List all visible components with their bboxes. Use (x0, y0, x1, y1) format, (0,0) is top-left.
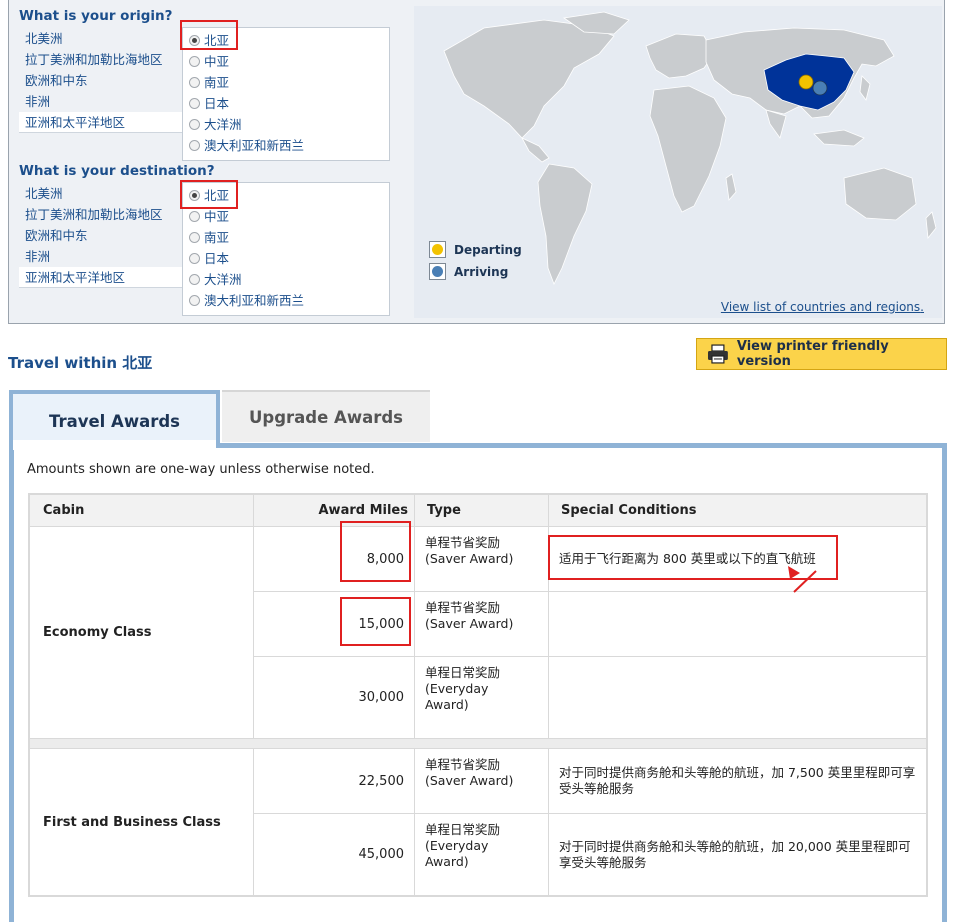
destination-subregion-option[interactable]: 澳大利亚和新西兰 (189, 290, 389, 311)
award-type-cell: 单程节省奖励 (Saver Award) (415, 527, 549, 591)
award-type-cell: 单程日常奖励 (Everyday Award) (415, 814, 549, 895)
header-award-miles: Award Miles (254, 495, 415, 526)
radio-icon[interactable] (189, 56, 200, 67)
arriving-legend-icon (429, 263, 446, 280)
award-chart-table: Cabin Award Miles Type Special Condition… (28, 493, 928, 897)
first-business-group: First and Business Class 22,500 单程节省奖励 (S… (30, 748, 926, 895)
special-condition-cell: 对于同时提供商务舱和头等舱的航班，加 20,000 英里里程即可享受头等舱服务 (559, 838, 911, 870)
economy-group: Economy Class 8,000 单程节省奖励 (Saver Award) … (30, 526, 926, 738)
radio-icon[interactable] (189, 119, 200, 130)
table-row: 22,500 单程节省奖励 (Saver Award) 对于同时提供商务舱和头等舱… (254, 749, 926, 814)
origin-subregion-option[interactable]: 中亚 (189, 51, 389, 72)
origin-region-item[interactable]: 非洲 (19, 91, 189, 112)
radio-icon[interactable] (189, 232, 200, 243)
origin-region-item[interactable]: 北美洲 (19, 28, 189, 49)
printer-friendly-button[interactable]: View printer friendly version (696, 338, 947, 370)
award-type-cell: 单程日常奖励 (Everyday Award) (415, 657, 549, 738)
origin-subregion-option[interactable]: 日本 (189, 93, 389, 114)
origin-region-item[interactable]: 拉丁美洲和加勒比海地区 (19, 49, 189, 70)
table-header-row: Cabin Award Miles Type Special Condition… (30, 495, 926, 526)
legend-arriving: Arriving (429, 263, 508, 280)
destination-region-item[interactable]: 欧洲和中东 (19, 225, 189, 246)
award-miles-cell: 8,000 (254, 527, 415, 591)
table-row: 30,000 单程日常奖励 (Everyday Award) (254, 657, 926, 738)
award-type-cell: 单程节省奖励 (Saver Award) (415, 592, 549, 656)
award-miles-cell: 45,000 (254, 814, 415, 895)
radio-icon[interactable] (189, 274, 200, 285)
origin-region-item[interactable]: 欧洲和中东 (19, 70, 189, 91)
radio-icon[interactable] (189, 98, 200, 109)
destination-subregion-option[interactable]: 日本 (189, 248, 389, 269)
header-cabin: Cabin (30, 495, 254, 526)
radio-checked-icon[interactable] (189, 190, 200, 201)
legend-departing: Departing (429, 241, 522, 258)
origin-region-list: 北美洲 拉丁美洲和加勒比海地区 欧洲和中东 非洲 亚洲和太平洋地区 (19, 28, 189, 133)
destination-region-item[interactable]: 非洲 (19, 246, 189, 267)
award-type-cell: 单程节省奖励 (Saver Award) (415, 749, 549, 813)
view-countries-link[interactable]: View list of countries and regions. (721, 300, 924, 314)
table-row: 8,000 单程节省奖励 (Saver Award) 适用于飞行距离为 800 英… (254, 527, 926, 592)
origin-subregion-option[interactable]: 北亚 (189, 30, 389, 51)
destination-region-item[interactable]: 拉丁美洲和加勒比海地区 (19, 204, 189, 225)
header-special-conditions: Special Conditions (561, 503, 697, 518)
departing-legend-icon (429, 241, 446, 258)
special-condition-cell (549, 592, 926, 656)
destination-subregion-option[interactable]: 南亚 (189, 227, 389, 248)
arriving-marker-icon (812, 80, 828, 96)
group-separator (30, 738, 926, 748)
destination-region-list: 北美洲 拉丁美洲和加勒比海地区 欧洲和中东 非洲 亚洲和太平洋地区 (19, 183, 189, 288)
origin-region-item-selected[interactable]: 亚洲和太平洋地区 (19, 112, 189, 133)
printer-icon (707, 344, 728, 364)
origin-subregion-box: 北亚 中亚 南亚 日本 大洋洲 澳大利亚和新西兰 (182, 27, 390, 161)
radio-icon[interactable] (189, 253, 200, 264)
origin-subregion-option[interactable]: 大洋洲 (189, 114, 389, 135)
destination-subregion-option[interactable]: 中亚 (189, 206, 389, 227)
annotation-arrow-icon (788, 566, 817, 593)
header-type: Type (415, 495, 549, 526)
radio-checked-icon[interactable] (189, 35, 200, 46)
cabin-economy: Economy Class (30, 527, 254, 738)
award-miles-cell: 30,000 (254, 657, 415, 738)
departing-marker-icon (798, 74, 814, 90)
origin-title: What is your origin? (19, 8, 173, 24)
special-condition-cell: 对于同时提供商务舱和头等舱的航班，加 7,500 英里里程即可享受头等舱服务 (559, 765, 916, 796)
destination-subregion-box: 北亚 中亚 南亚 日本 大洋洲 澳大利亚和新西兰 (182, 182, 390, 316)
destination-region-item-selected[interactable]: 亚洲和太平洋地区 (19, 267, 189, 288)
region-selector-panel: What is your origin? 北美洲 拉丁美洲和加勒比海地区 欧洲和… (8, 0, 945, 324)
destination-title: What is your destination? (19, 163, 215, 179)
origin-subregion-option[interactable]: 南亚 (189, 72, 389, 93)
award-miles-cell: 15,000 (254, 592, 415, 656)
radio-icon[interactable] (189, 295, 200, 306)
tab-connector (13, 440, 216, 450)
table-row: 45,000 单程日常奖励 (Everyday Award) 对于同时提供商务舱和… (254, 814, 926, 895)
table-row: 15,000 单程节省奖励 (Saver Award) (254, 592, 926, 657)
destination-region-item[interactable]: 北美洲 (19, 183, 189, 204)
destination-subregion-option[interactable]: 北亚 (189, 185, 389, 206)
special-condition-cell (549, 657, 926, 738)
radio-icon[interactable] (189, 140, 200, 151)
award-miles-cell: 22,500 (254, 749, 415, 813)
printer-button-label[interactable]: View printer friendly version (737, 339, 946, 369)
special-condition-cell: 适用于飞行距离为 800 英里或以下的直飞航班 (559, 551, 816, 566)
tab-upgrade-awards[interactable]: Upgrade Awards (222, 390, 430, 442)
cabin-first-business: First and Business Class (30, 749, 254, 895)
destination-subregion-option[interactable]: 大洋洲 (189, 269, 389, 290)
one-way-note: Amounts shown are one-way unless otherwi… (27, 462, 375, 477)
travel-within-heading: Travel within 北亚 (8, 354, 153, 372)
origin-subregion-option[interactable]: 澳大利亚和新西兰 (189, 135, 389, 156)
radio-icon[interactable] (189, 211, 200, 222)
radio-icon[interactable] (189, 77, 200, 88)
